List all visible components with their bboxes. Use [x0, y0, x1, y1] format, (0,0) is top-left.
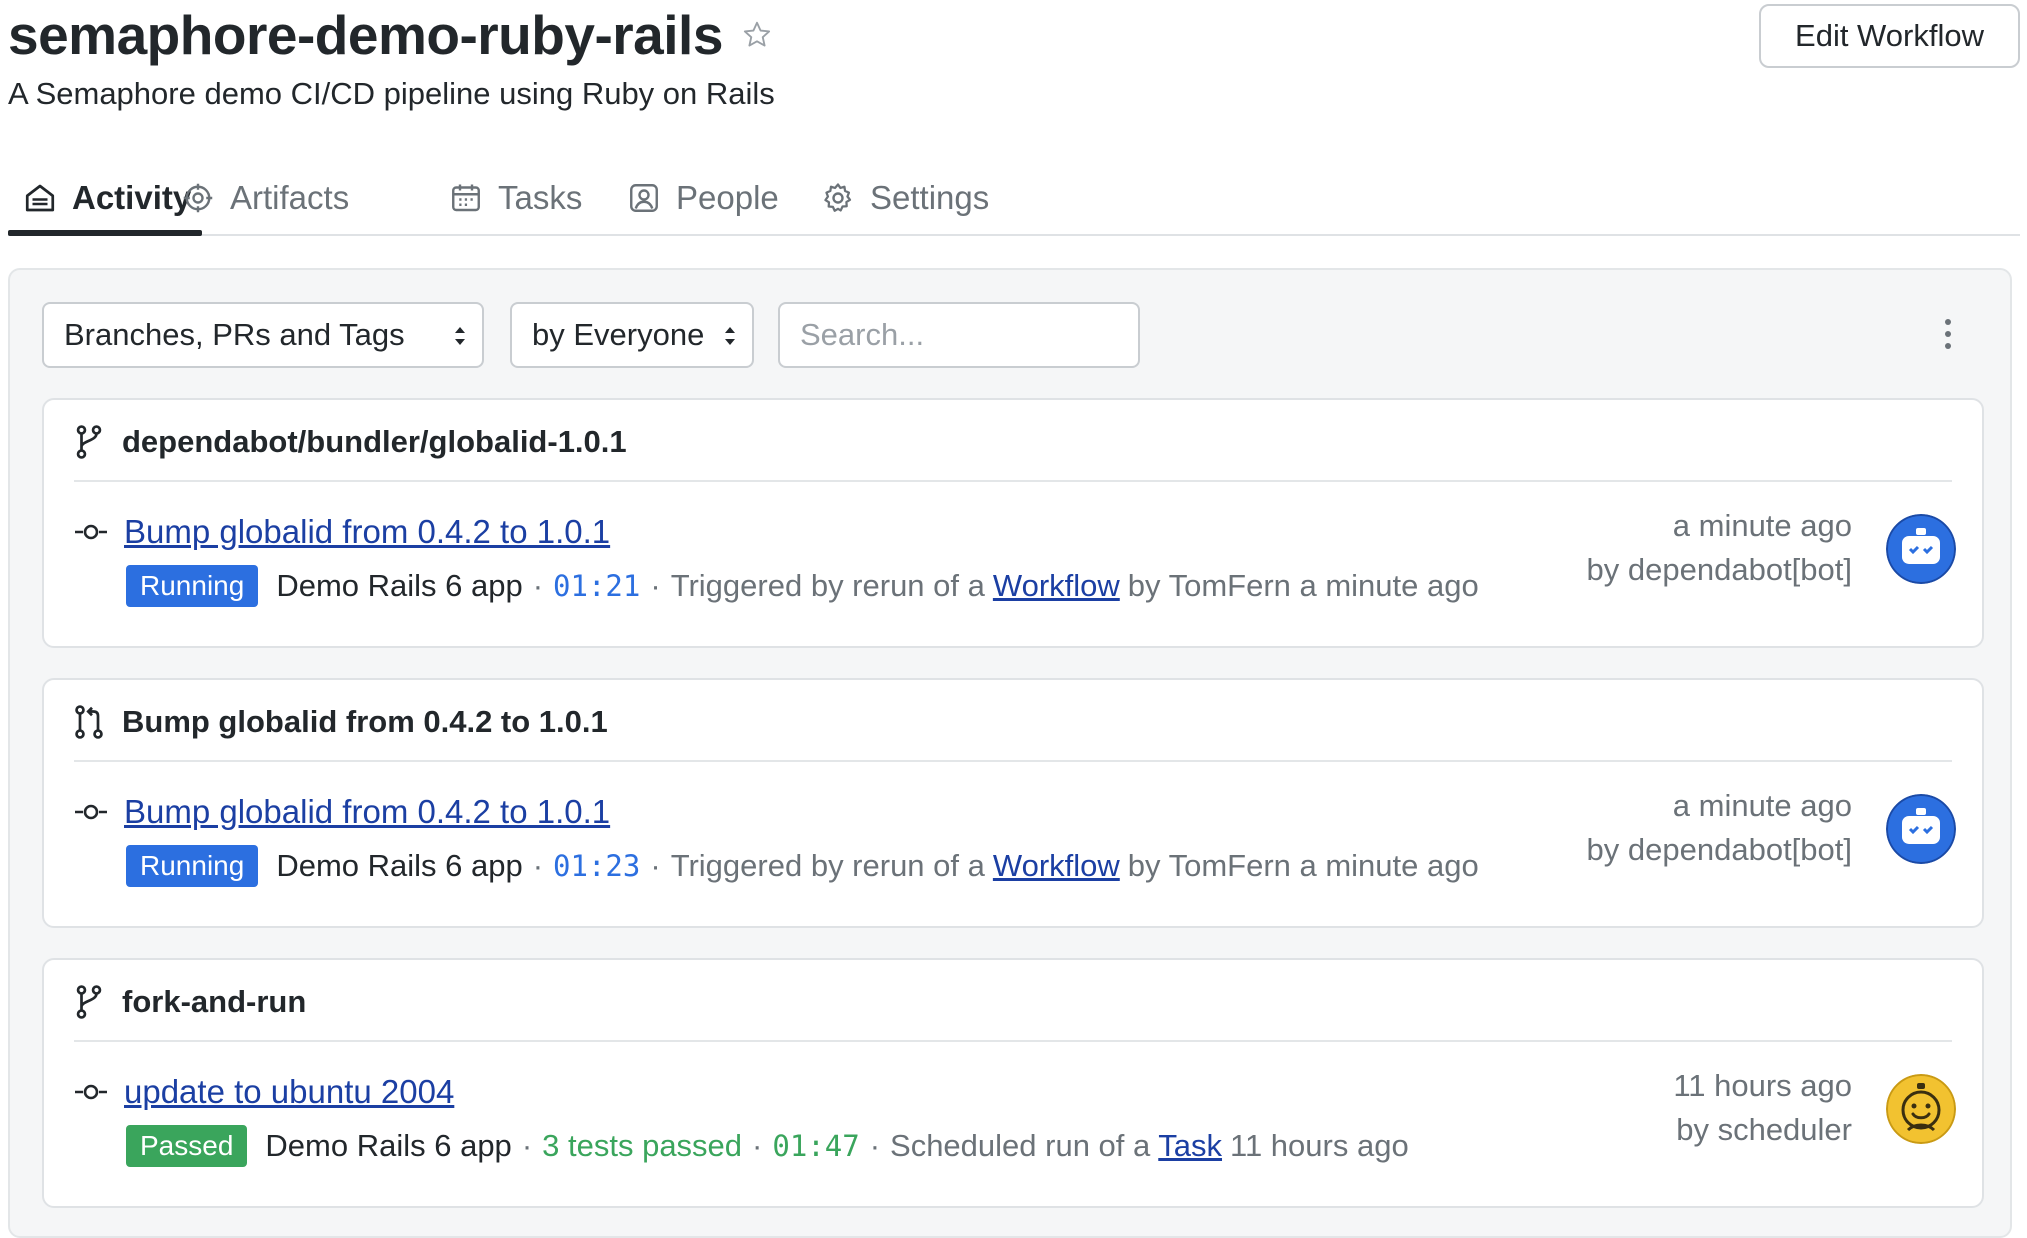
tab-label: People	[676, 179, 779, 216]
tab-tasks[interactable]: Tasks	[448, 168, 582, 228]
tab-settings[interactable]: Settings	[820, 168, 989, 228]
trigger-text: Triggered by rerun of a	[670, 848, 985, 883]
branch-card: dependabot/bundler/globalid-1.0.1 Bump g…	[42, 398, 1984, 648]
trigger-suffix: by TomFern a minute ago	[1127, 568, 1479, 603]
divider	[74, 1040, 1952, 1042]
tab-label: Tasks	[498, 179, 583, 216]
duration: 01:23	[553, 849, 641, 883]
chevron-updown-icon	[725, 327, 735, 345]
user-filter-select[interactable]: by Everyone	[510, 302, 754, 368]
status-badge: Running	[126, 565, 259, 607]
separator: ·	[521, 1128, 533, 1163]
activity-panel: Branches, PRs and Tags by Everyone depen…	[8, 268, 2012, 1238]
branch-icon	[74, 424, 104, 460]
tab-artifacts[interactable]: Artifacts	[180, 168, 349, 228]
trigger-suffix: by TomFern a minute ago	[1127, 848, 1479, 883]
robot-avatar	[1886, 514, 1956, 584]
pipeline-name: Demo Rails 6 app	[276, 568, 523, 603]
calendar-icon	[448, 180, 484, 216]
branch-card: fork-and-run update to ubuntu 2004 Passe…	[42, 958, 1984, 1208]
card-title: dependabot/bundler/globalid-1.0.1	[122, 424, 627, 459]
gear-icon	[820, 180, 856, 216]
divider	[74, 760, 1952, 762]
type-filter-value: Branches, PRs and Tags	[64, 317, 405, 352]
title-row: semaphore-demo-ruby-rails	[8, 2, 773, 68]
duration: 01:47	[772, 1129, 860, 1163]
trigger-text: Scheduled run of a	[890, 1128, 1151, 1163]
tests-summary[interactable]: 3 tests passed	[542, 1128, 742, 1164]
commit-icon	[74, 522, 108, 542]
pull-request-card: Bump globalid from 0.4.2 to 1.0.1 Bump g…	[42, 678, 1984, 928]
commit-link[interactable]: Bump globalid from 0.4.2 to 1.0.1	[124, 513, 610, 551]
pipeline-meta: Running Demo Rails 6 app · 01:23 · Trigg…	[126, 844, 1479, 888]
commit-row: Bump globalid from 0.4.2 to 1.0.1	[74, 790, 610, 834]
home-icon	[22, 180, 58, 216]
page-header: semaphore-demo-ruby-rails A Semaphore de…	[8, 0, 2020, 120]
project-description: A Semaphore demo CI/CD pipeline using Ru…	[8, 76, 775, 111]
star-icon[interactable]	[741, 19, 773, 51]
artifacts-icon	[180, 180, 216, 216]
separator: ·	[752, 1128, 763, 1163]
robot-avatar	[1886, 794, 1956, 864]
commit-author: by dependabot[bot]	[1586, 832, 1852, 867]
tab-label: Artifacts	[230, 179, 350, 216]
person-icon	[626, 180, 662, 216]
separator: ·	[650, 848, 661, 883]
type-filter-select[interactable]: Branches, PRs and Tags	[42, 302, 484, 368]
separator: ·	[869, 1128, 881, 1163]
commit-author: by scheduler	[1676, 1112, 1852, 1147]
more-options-icon[interactable]	[1938, 314, 1958, 354]
tab-label: Activity	[72, 179, 192, 216]
card-title: fork-and-run	[122, 984, 307, 1019]
trigger-text: Triggered by rerun of a	[670, 568, 985, 603]
card-header: fork-and-run	[74, 978, 306, 1026]
commit-time-author: a minute ago by dependabot[bot]	[1587, 504, 1852, 592]
branch-icon	[74, 984, 104, 1020]
pipeline-meta: Running Demo Rails 6 app · 01:21 · Trigg…	[126, 564, 1479, 608]
pipeline-name: Demo Rails 6 app	[276, 848, 523, 883]
commit-link[interactable]: update to ubuntu 2004	[124, 1073, 454, 1111]
status-badge: Running	[126, 845, 259, 887]
commit-icon	[74, 1082, 108, 1102]
scheduler-avatar	[1886, 1074, 1956, 1144]
search-input[interactable]	[778, 302, 1140, 368]
commit-time-author: a minute ago by dependabot[bot]	[1587, 784, 1852, 872]
chevron-updown-icon	[455, 327, 465, 345]
edit-workflow-button[interactable]: Edit Workflow	[1759, 4, 2020, 68]
commit-row: Bump globalid from 0.4.2 to 1.0.1	[74, 510, 610, 554]
separator: ·	[650, 568, 661, 603]
commit-row: update to ubuntu 2004	[74, 1070, 454, 1114]
pipeline-name: Demo Rails 6 app	[265, 1128, 512, 1163]
divider	[74, 480, 1952, 482]
pipeline-meta: Passed Demo Rails 6 app · 3 tests passed…	[126, 1124, 1409, 1168]
duration: 01:21	[553, 569, 641, 603]
tab-activity[interactable]: Activity	[22, 168, 191, 228]
commit-time: a minute ago	[1672, 788, 1852, 823]
workflow-link[interactable]: Workflow	[993, 568, 1120, 604]
pull-request-icon	[74, 704, 104, 740]
trigger-suffix: 11 hours ago	[1230, 1128, 1409, 1163]
project-title: semaphore-demo-ruby-rails	[8, 4, 723, 66]
card-header: dependabot/bundler/globalid-1.0.1	[74, 418, 627, 466]
user-filter-value: by Everyone	[532, 317, 705, 352]
active-tab-indicator	[8, 230, 202, 236]
separator: ·	[532, 848, 544, 883]
commit-time: 11 hours ago	[1673, 1068, 1852, 1103]
commit-time: a minute ago	[1672, 508, 1852, 543]
card-title: Bump globalid from 0.4.2 to 1.0.1	[122, 704, 608, 739]
commit-time-author: 11 hours ago by scheduler	[1673, 1064, 1852, 1152]
tab-bar: Activity Artifacts Tasks People Settings	[8, 160, 2020, 236]
tab-label: Settings	[870, 179, 990, 216]
card-header: Bump globalid from 0.4.2 to 1.0.1	[74, 698, 608, 746]
commit-link[interactable]: Bump globalid from 0.4.2 to 1.0.1	[124, 793, 610, 831]
workflow-link[interactable]: Workflow	[993, 848, 1120, 884]
tab-people[interactable]: People	[626, 168, 779, 228]
commit-icon	[74, 802, 108, 822]
commit-author: by dependabot[bot]	[1586, 552, 1852, 587]
status-badge: Passed	[126, 1125, 248, 1167]
task-link[interactable]: Task	[1158, 1128, 1222, 1164]
separator: ·	[532, 568, 544, 603]
